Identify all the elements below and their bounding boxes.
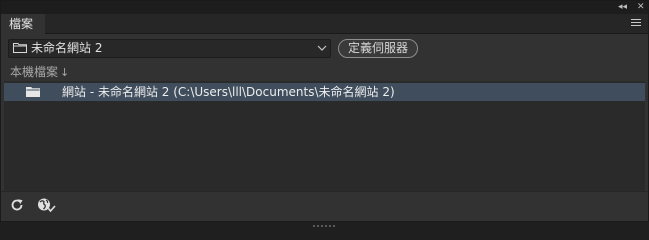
list-item-label: 網站 - 未命名網站 2 (C:\Users\lll\Documents\未命名… xyxy=(62,85,395,99)
panel-menu-icon[interactable] xyxy=(631,19,641,28)
files-panel: ◂◂ ✕ 檔案 未命名網站 2 定義伺服器 本機檔案 ↓ 網站 - 未命名網站 … xyxy=(0,0,649,227)
globe-check-icon[interactable] xyxy=(37,197,57,213)
folder-icon xyxy=(13,43,27,53)
local-files-header[interactable]: 本機檔案 xyxy=(10,65,58,80)
chevron-down-icon xyxy=(317,45,327,51)
refresh-icon[interactable] xyxy=(10,198,24,212)
close-icon[interactable]: ✕ xyxy=(637,2,645,13)
panel-titlebar: ◂◂ ✕ xyxy=(1,1,648,14)
list-item[interactable]: 網站 - 未命名網站 2 (C:\Users\lll\Documents\未命名… xyxy=(4,83,645,101)
site-select-dropdown[interactable]: 未命名網站 2 xyxy=(8,39,331,58)
collapse-icon[interactable]: ◂◂ xyxy=(618,2,627,13)
panel-tab-row: 檔案 xyxy=(1,14,648,34)
site-select-value: 未命名網站 2 xyxy=(31,41,103,55)
resize-grip[interactable] xyxy=(313,216,339,227)
tab-files[interactable]: 檔案 xyxy=(1,14,45,34)
define-server-button[interactable]: 定義伺服器 xyxy=(338,39,418,58)
sort-arrow-icon[interactable]: ↓ xyxy=(60,66,69,79)
folder-icon xyxy=(26,87,40,97)
